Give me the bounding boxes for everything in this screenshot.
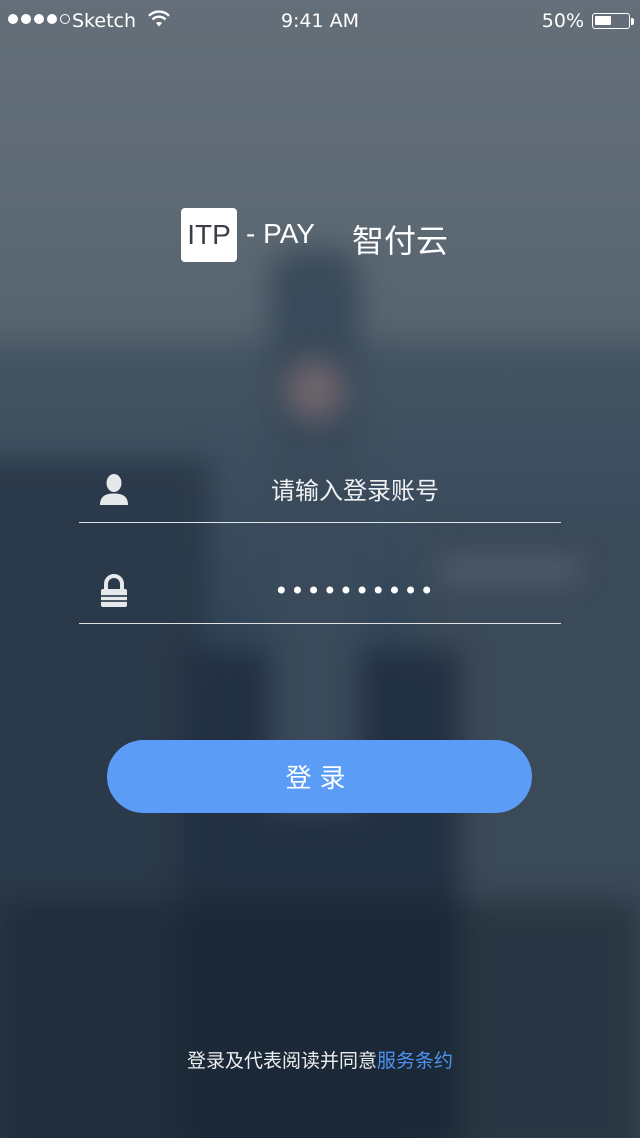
background-shadow — [0, 900, 640, 1138]
account-input[interactable] — [149, 470, 561, 512]
background-tower — [270, 250, 360, 810]
account-field[interactable] — [79, 462, 561, 523]
password-input[interactable]: •••••••••• — [149, 571, 561, 611]
agreement-text: 登录及代表阅读并同意 — [186, 1050, 377, 1072]
agreement-notice: 登录及代表阅读并同意服务条约 — [0, 1046, 640, 1073]
logo-mark: ITP — [181, 208, 237, 262]
logo-pay-text: - PAY — [246, 218, 315, 249]
status-bar: Sketch 9:41 AM 50% — [0, 0, 640, 42]
terms-link[interactable]: 服务条约 — [377, 1050, 453, 1072]
login-button[interactable]: 登录 — [107, 740, 532, 813]
password-field[interactable]: •••••••••• — [79, 563, 561, 624]
logo-chinese-name: 智付云 — [352, 222, 449, 260]
battery-icon — [592, 13, 630, 29]
battery-percentage: 50% — [541, 10, 584, 32]
user-icon — [97, 472, 131, 508]
lock-icon — [97, 573, 131, 609]
background-tower-light — [285, 360, 345, 420]
login-screen: Sketch 9:41 AM 50% ITP - PAY 智付云 请输入登录账号… — [0, 0, 640, 1138]
battery-cap — [631, 18, 634, 25]
